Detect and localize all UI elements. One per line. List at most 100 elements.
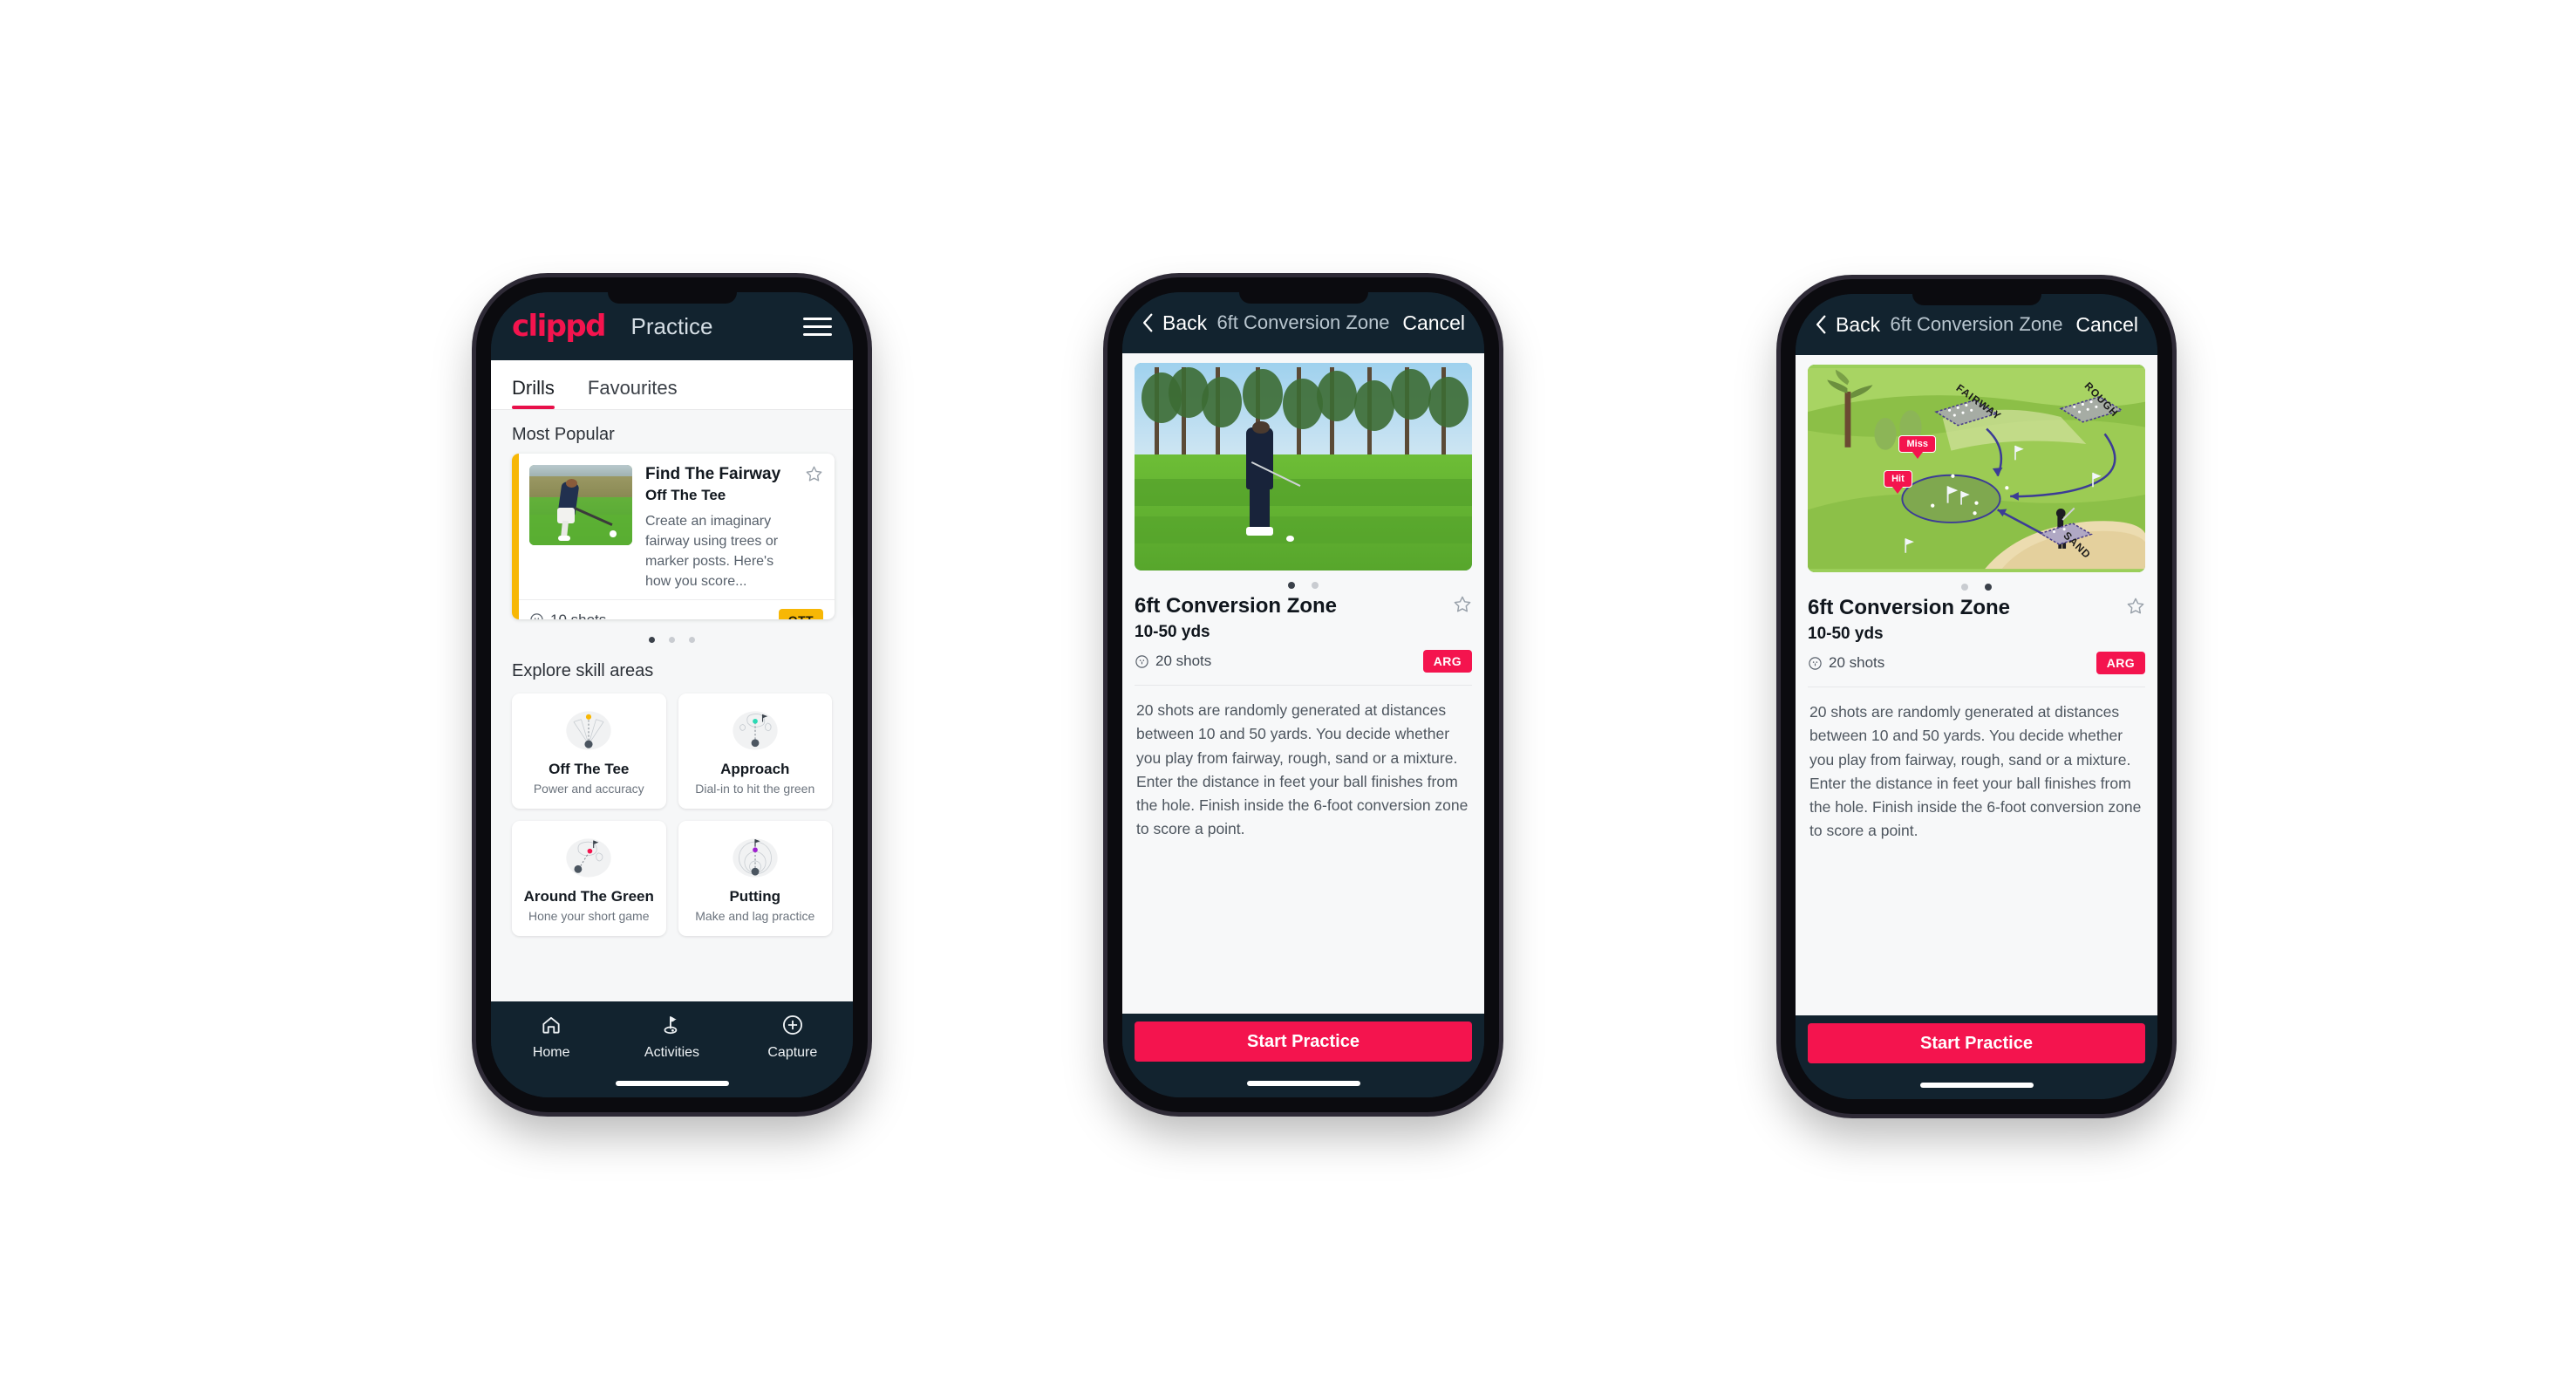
tabbar-item-capture[interactable]: Capture: [733, 1014, 853, 1061]
golf-video-scene: [1135, 363, 1472, 571]
start-practice-button[interactable]: Start Practice: [1135, 1021, 1472, 1062]
carousel-dot-1[interactable]: [649, 637, 655, 643]
section-title-most-popular: Most Popular: [512, 425, 615, 444]
media-dot-1[interactable]: [1961, 584, 1968, 591]
drill-skill-chip: OTT: [778, 608, 823, 619]
drill-detail-header: 6ft Conversion Zone 10-50 yds 20 shots A…: [1796, 591, 2157, 674]
drill-info: Find The Fairway Off The Tee Create an i…: [632, 465, 823, 591]
drill-course-diagram[interactable]: FAIRWAY ROUGH SAND Miss Hit: [1808, 365, 2145, 572]
skill-card-putting[interactable]: Putting Make and lag practice: [678, 821, 832, 936]
drill-card-accent-bar: [512, 454, 519, 619]
drill-card-body: Find The Fairway Off The Tee Create an i…: [512, 454, 835, 599]
drill-card[interactable]: Find The Fairway Off The Tee Create an i…: [512, 454, 835, 619]
back-button[interactable]: Back: [1141, 311, 1207, 335]
phone3-notch: [1912, 294, 2041, 305]
phone2-content: 6ft Conversion Zone 10-50 yds 20 shots A…: [1122, 353, 1484, 1014]
putting-rings-icon: [733, 838, 778, 878]
shots-clock-icon: [1809, 656, 1822, 670]
drill-title: Find The Fairway: [645, 465, 781, 483]
most-popular-carousel[interactable]: Find The Fairway Off The Tee Create an i…: [491, 454, 853, 625]
home-indicator: [1919, 1083, 2034, 1088]
home-indicator: [1246, 1081, 1360, 1086]
phone-mockup-drill-detail-diagram: Back 6ft Conversion Zone Cancel FAIRWAY …: [1781, 279, 2172, 1114]
phone-mockup-practice-list: clippd Practice Drills Favourites Most P…: [476, 277, 868, 1112]
hamburger-menu-icon[interactable]: [803, 317, 832, 336]
tabbar-label: Capture: [767, 1045, 818, 1060]
media-pagination[interactable]: [1122, 571, 1484, 589]
bottom-tab-bar: Home Activities Capture: [491, 1001, 853, 1097]
plus-circle-icon: [782, 1015, 802, 1035]
phone1-content: Most Popular Find The Fairway Off The Te…: [491, 410, 853, 1001]
golf-course-scene: FAIRWAY ROUGH SAND Miss Hit: [1808, 365, 2145, 572]
skill-desc: Make and lag practice: [695, 909, 815, 923]
media-pagination[interactable]: [1796, 572, 2157, 591]
drill-subtitle: Off The Tee: [645, 487, 726, 504]
chevron-left-icon: [1816, 315, 1826, 334]
skill-card-off-the-tee[interactable]: Off The Tee Power and accuracy: [512, 694, 666, 809]
cancel-button[interactable]: Cancel: [2075, 313, 2138, 337]
skill-name: Around The Green: [523, 888, 654, 905]
home-indicator: [615, 1081, 729, 1086]
star-outline-icon[interactable]: [2126, 597, 2145, 616]
drill-detail-chip: ARG: [2096, 652, 2145, 674]
cancel-button[interactable]: Cancel: [1402, 311, 1465, 335]
drill-description: Create an imaginary fairway using trees …: [645, 514, 779, 589]
marker-hit: Hit: [1884, 470, 1912, 489]
skill-area-grid: Off The Tee Power and accuracy Approach …: [491, 694, 853, 936]
drill-detail-shots-label: 20 shots: [1155, 653, 1212, 669]
tee-fan-icon: [566, 711, 611, 750]
drill-detail-meta: 20 shots ARG: [1135, 650, 1472, 673]
screenshot-canvas: clippd Practice Drills Favourites Most P…: [0, 0, 2576, 1387]
drill-detail-distance: 10-50 yds: [1135, 623, 1210, 641]
phone-mockup-drill-detail-video: Back 6ft Conversion Zone Cancel 6ft Conv…: [1107, 277, 1499, 1112]
skill-card-approach[interactable]: Approach Dial-in to hit the green: [678, 694, 832, 809]
skill-card-around-the-green[interactable]: Around The Green Hone your short game: [512, 821, 666, 936]
skill-desc: Hone your short game: [528, 909, 650, 923]
carousel-dot-2[interactable]: [669, 637, 675, 643]
drill-detail-title: 6ft Conversion Zone: [1135, 594, 1338, 618]
clippd-logo[interactable]: clippd: [512, 311, 606, 341]
drill-detail-shots-label: 20 shots: [1829, 654, 1885, 671]
skill-desc: Power and accuracy: [533, 782, 644, 796]
tabbar-item-home[interactable]: Home: [491, 1014, 611, 1061]
drill-detail-shots: 20 shots: [1135, 653, 1211, 670]
tab-strip: Drills Favourites: [491, 360, 853, 410]
drill-card-footer: 10 shots OTT: [512, 599, 835, 619]
shots-clock-icon: [530, 613, 543, 619]
phone3-screen: Back 6ft Conversion Zone Cancel FAIRWAY …: [1796, 294, 2157, 1099]
start-practice-button[interactable]: Start Practice: [1808, 1023, 2145, 1063]
back-button[interactable]: Back: [1815, 313, 1880, 337]
chevron-left-icon: [1143, 313, 1153, 332]
drill-detail-shots: 20 shots: [1808, 654, 1884, 672]
phone3-footer: Start Practice: [1796, 1015, 2157, 1099]
drill-detail-distance: 10-50 yds: [1808, 625, 1884, 643]
media-dot-2[interactable]: [1985, 584, 1992, 591]
shots-clock-icon: [1135, 654, 1148, 668]
tab-drills[interactable]: Drills: [512, 377, 563, 409]
drill-shots: 10 shots: [529, 612, 606, 619]
star-outline-icon[interactable]: [1453, 595, 1472, 614]
drill-video-thumbnail[interactable]: [1135, 363, 1472, 571]
back-label: Back: [1162, 311, 1208, 334]
drill-detail-meta: 20 shots ARG: [1808, 652, 2145, 674]
media-dot-1[interactable]: [1288, 582, 1295, 589]
tabbar-label: Home: [532, 1045, 570, 1060]
skill-name: Putting: [729, 888, 781, 905]
home-icon: [542, 1016, 560, 1034]
phone2-footer: Start Practice: [1122, 1014, 1484, 1097]
tab-favourites[interactable]: Favourites: [588, 377, 686, 409]
around-green-icon: [566, 838, 611, 878]
phone2-screen: Back 6ft Conversion Zone Cancel 6ft Conv…: [1122, 292, 1484, 1097]
skill-name: Approach: [720, 761, 790, 777]
media-dot-2[interactable]: [1312, 582, 1319, 589]
carousel-dot-3[interactable]: [689, 637, 695, 643]
phone3-content: FAIRWAY ROUGH SAND Miss Hit 6ft Conversi…: [1796, 355, 2157, 1015]
phone1-notch: [607, 292, 737, 304]
tabbar-item-activities[interactable]: Activities: [611, 1014, 732, 1061]
drill-detail-description: 20 shots are randomly generated at dista…: [1136, 701, 1469, 838]
drill-detail-description: 20 shots are randomly generated at dista…: [1809, 703, 2142, 840]
star-outline-icon[interactable]: [805, 465, 823, 483]
phone1-screen: clippd Practice Drills Favourites Most P…: [491, 292, 853, 1097]
drill-detail-header: 6ft Conversion Zone 10-50 yds 20 shots A…: [1122, 589, 1484, 673]
carousel-pagination[interactable]: [491, 625, 853, 646]
